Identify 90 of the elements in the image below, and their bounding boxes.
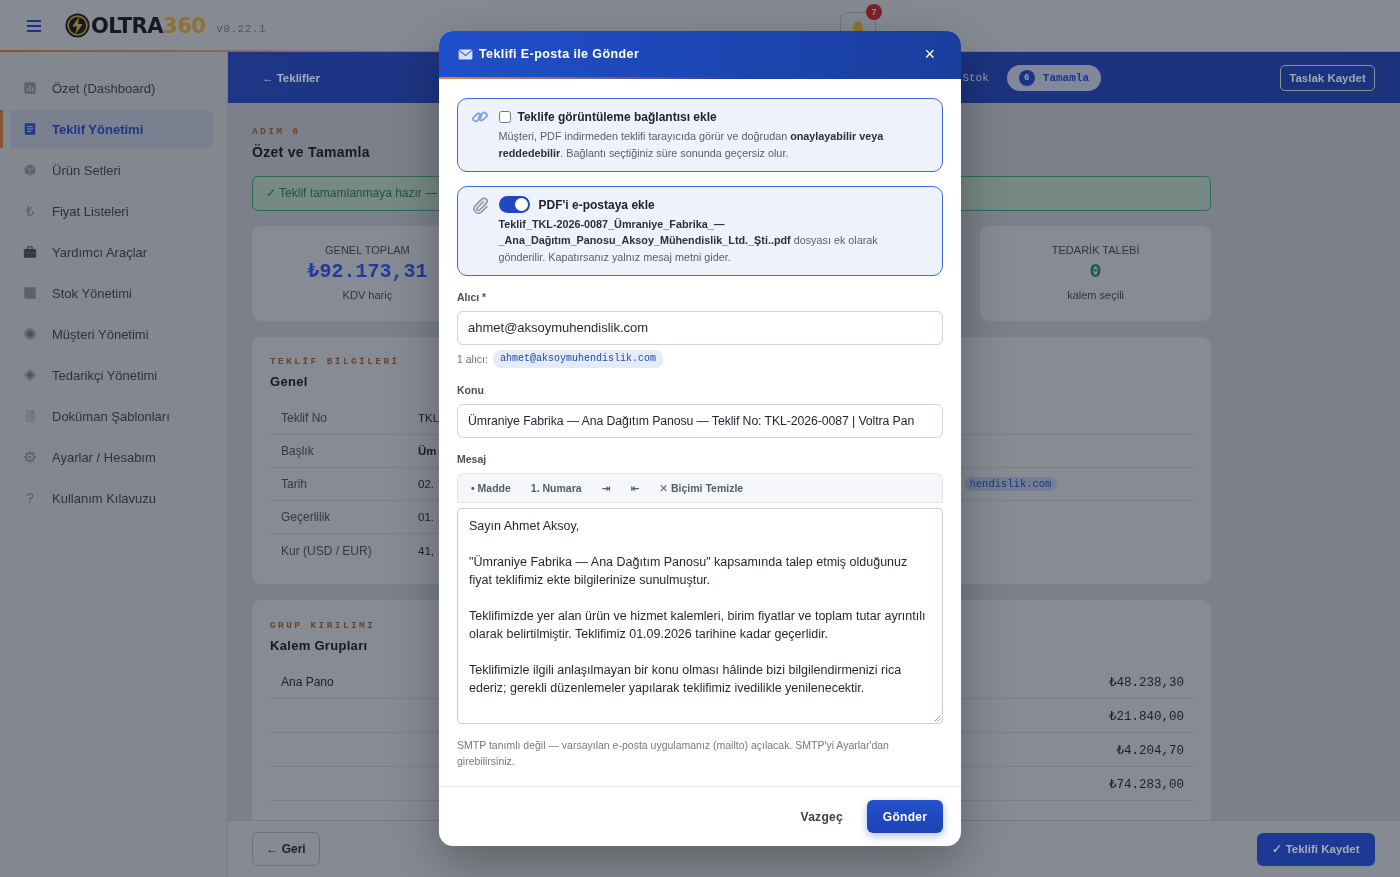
sidebar-item[interactable]: Doküman Şablonları	[0, 397, 214, 435]
group-name: Ana Pano	[281, 674, 334, 689]
option-description: Teklif_TKL-2026-0087_Ümraniye_Fabrika_—_Ana_Dağıtım_Panosu_Aksoy_Mühendislik_Ltd._Şti..pdf dosyası ek olarak gönderilir. Kapatırsanız yalnız mesaj metni gider.	[498, 216, 879, 266]
resize-handle-icon[interactable]	[933, 714, 941, 722]
section-title: Genel	[270, 373, 308, 391]
sidebar-item[interactable]: Teklif Yönetimi	[0, 110, 214, 148]
group-amount: ₺48.238,30	[1108, 674, 1184, 690]
stat-value: 0	[1089, 260, 1102, 284]
save-draft-button[interactable]: Taslak Kaydet	[1280, 64, 1375, 91]
section-title: Kalem Grupları	[270, 637, 368, 655]
field-value: 41,	[418, 544, 434, 557]
sidebar-item[interactable]: Tedarikçi Yönetimi	[0, 356, 214, 394]
page-title: Özet ve Tamamla	[252, 143, 370, 161]
diamond-icon	[23, 368, 37, 382]
clear-format-button[interactable]: ✕ Biçimi Temizle	[649, 477, 754, 499]
recipient-count: 1 alıcı:	[457, 352, 488, 367]
message-paragraph: Sayın Ahmet Aksoy,	[469, 518, 581, 535]
recipient-field[interactable]: ahmet@aksoymuhendislik.com	[457, 311, 943, 345]
stat-note: KDV hariç	[342, 288, 393, 302]
section-eyebrow: GRUP KIRILIMI	[270, 620, 376, 632]
sidebar-item[interactable]: Ayarlar / Hesabım	[0, 438, 214, 476]
email-chip: hendislik.com	[963, 477, 1058, 491]
back-button[interactable]: ← Geri	[252, 832, 320, 866]
sidebar-item[interactable]: Özet (Dashboard)	[0, 69, 214, 107]
subject-field[interactable]: Ümraniye Fabrika — Ana Dağıtım Panosu — Teklif No: TKL-2026-0087 | Voltra Pan	[457, 404, 943, 438]
sidebar-item[interactable]: ? Kullanım Kılavuzu	[0, 479, 214, 517]
option-description: Müşteri, PDF indirmeden teklifi tarayıcıda görür ve doğrudan onaylayabilir veya reddedebilir. Bağlantı seçtiğiniz süre sonunda geçersiz olur.	[498, 129, 885, 161]
cancel-button[interactable]: Vazgeç	[800, 809, 843, 824]
paperclip-icon	[470, 195, 489, 214]
box-icon	[23, 163, 37, 177]
sidebar-item[interactable]: Müşteri Yönetimi	[0, 315, 214, 353]
briefcase-icon	[23, 245, 37, 259]
logo-wordmark: OLTRA360	[91, 13, 206, 38]
recipient-chip: ahmet@aksoymuhendislik.com	[492, 350, 663, 368]
sidebar-item[interactable]: Ürün Setleri	[0, 151, 214, 189]
page-icon	[23, 409, 37, 423]
message-paragraph: Teklifimizde yer alan ürün ve hizmet kalemleri, birim fiyatlar ve toplam tutar ayrıntılı olarak belirtilmiştir. Teklifimiz 01.09.2026 tarihine kadar geçerlidir.	[469, 608, 927, 643]
group-amount: ₺74.283,00	[1108, 776, 1184, 792]
numbered-list-button[interactable]: 1. Numara	[520, 477, 592, 499]
field-label: Geçerlilik	[280, 510, 332, 524]
outdent-button[interactable]: ⇤	[620, 477, 650, 499]
group-amount: ₺21.840,00	[1108, 708, 1184, 724]
square-icon	[23, 286, 37, 300]
document-icon	[23, 122, 37, 136]
modal-title: Teklifi E-posta ile Gönder	[479, 47, 640, 61]
stat-label: GENEL TOPLAM	[325, 243, 410, 257]
step-tab[interactable]: Stok	[962, 71, 989, 84]
toggle-switch[interactable]	[498, 196, 530, 214]
stat-label: TEDARİK TALEBİ	[1051, 243, 1140, 257]
settings-icon	[23, 450, 37, 464]
sidebar-item[interactable]: ₺ Fiyat Listeleri	[0, 192, 214, 230]
stat-note: kalem seçili	[1067, 288, 1125, 302]
sidebar-item[interactable]: Yardımcı Araçlar	[0, 233, 214, 271]
save-quote-button[interactable]: ✓ Teklifi Kaydet	[1257, 832, 1375, 866]
field-label: Teklif No	[280, 411, 328, 425]
field-label: Kur (USD / EUR)	[280, 543, 373, 558]
back-link[interactable]: ← Teklifler	[262, 71, 320, 84]
field-label: Başlık	[280, 444, 315, 458]
send-button[interactable]: Gönder	[867, 800, 943, 833]
view-link-checkbox[interactable]	[498, 111, 511, 123]
message-paragraph: "Ümraniye Fabrika — Ana Dağıtım Panosu" kapsamında talep etmiş olduğunuz fiyat teklifimiz ekte bilgilerinize sunulmuştur.	[469, 554, 909, 589]
field-label: Mesaj	[457, 452, 487, 466]
smtp-hint: SMTP tanımlı değil — varsayılan e-posta uygulamanız (mailto) açılacak. SMTP'yi Ayarlar'dan girebilirsiniz.	[457, 738, 890, 769]
message-editor[interactable]	[457, 508, 943, 724]
close-button[interactable]: ×	[920, 45, 939, 63]
step-tab[interactable]: 6 Tamamla	[1006, 64, 1101, 91]
step-eyebrow: ADIM 6	[252, 126, 301, 138]
section-eyebrow: TEKLİF BİLGİLERİ	[270, 356, 400, 368]
circle-dot-icon	[23, 327, 37, 341]
option-label: Teklife görüntüleme bağlantısı ekle	[517, 110, 717, 124]
notification-badge: 7	[866, 3, 882, 20]
chart-icon	[23, 81, 37, 95]
field-label: Konu	[457, 383, 484, 397]
step-number: 6	[1018, 69, 1035, 86]
indent-button[interactable]: ⇥	[591, 477, 621, 499]
menu-icon	[27, 19, 41, 32]
option-label: PDF'i e-postaya ekle	[538, 197, 655, 212]
group-amount: ₺4.204,70	[1116, 742, 1184, 758]
bullet-list-button[interactable]: • Madde	[461, 477, 521, 499]
sidebar-item[interactable]: Stok Yönetimi	[0, 274, 214, 312]
stat-value: ₺92.173,31	[307, 260, 428, 284]
lira-icon: ₺	[23, 203, 37, 219]
logo-emblem-icon	[65, 13, 90, 38]
field-label: Tarih	[280, 477, 308, 491]
help-icon: ?	[23, 490, 37, 506]
field-value: Üm	[418, 445, 437, 457]
envelope-icon	[458, 48, 473, 60]
field-label: Alıcı *	[457, 290, 487, 304]
menu-button[interactable]	[26, 17, 42, 34]
message-paragraph: Teklifimizle ilgili anlaşılmayan bir konu olması hâlinde bizi bilgilendirmenizi rica ederiz; gerekli düzenlemeler yapılarak teklifimiz ivedilikle yenilenecektir.	[469, 662, 903, 697]
